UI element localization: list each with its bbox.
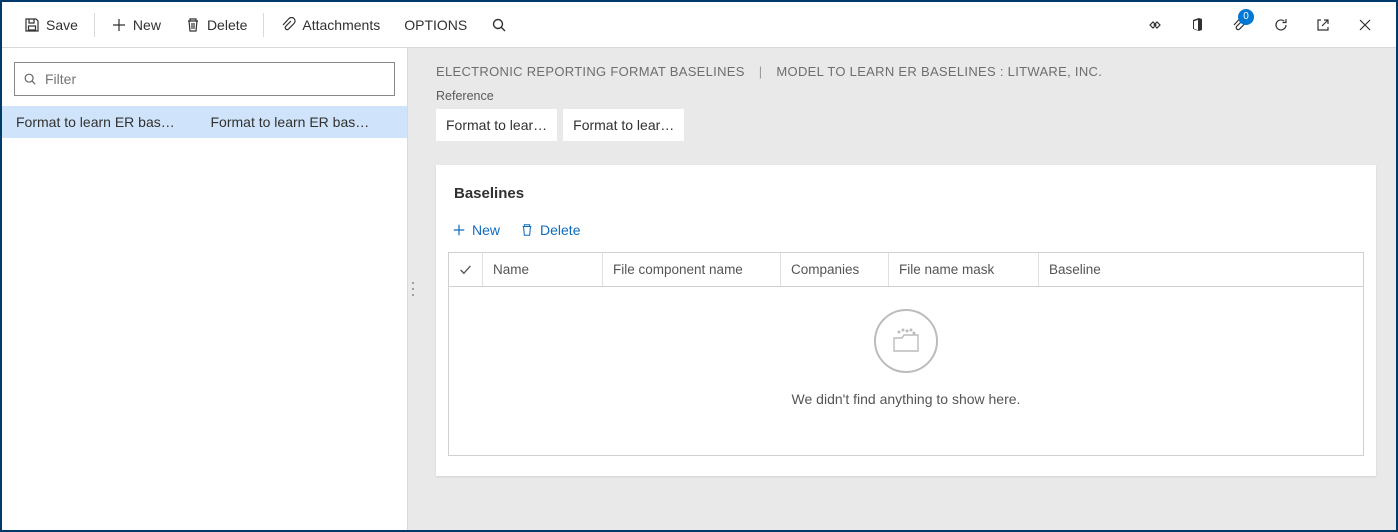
attachments-button[interactable]: Attachments	[268, 2, 392, 48]
office-button[interactable]	[1176, 2, 1218, 48]
empty-message: We didn't find anything to show here.	[792, 391, 1021, 407]
list-item[interactable]: Format to learn ER bas… Format to learn …	[2, 106, 407, 138]
delete-button[interactable]: Delete	[173, 2, 259, 48]
search-icon	[491, 17, 507, 33]
grid-header: Name File component name Companies File …	[449, 253, 1363, 287]
left-list-pane: Format to learn ER bas… Format to learn …	[2, 48, 408, 530]
new-button[interactable]: New	[99, 2, 173, 48]
detail-pane: ELECTRONIC REPORTING FORMAT BASELINES | …	[408, 48, 1396, 530]
col-select-all[interactable]	[449, 253, 483, 286]
card-delete-button[interactable]: Delete	[518, 218, 582, 242]
col-component[interactable]: File component name	[603, 253, 781, 286]
popout-icon	[1315, 17, 1331, 33]
record-list: Format to learn ER bas… Format to learn …	[2, 106, 407, 530]
grid-empty-state: We didn't find anything to show here.	[449, 287, 1363, 455]
office-icon	[1189, 17, 1205, 33]
save-label: Save	[46, 17, 78, 33]
check-icon	[459, 263, 472, 277]
save-icon	[24, 17, 40, 33]
related-info-button[interactable]	[1134, 2, 1176, 48]
card-delete-label: Delete	[540, 222, 580, 238]
popout-button[interactable]	[1302, 2, 1344, 48]
close-button[interactable]	[1344, 2, 1386, 48]
paperclip-icon	[280, 17, 296, 33]
reference-label: Reference	[436, 89, 1368, 103]
baselines-card: Baselines New Delete	[436, 165, 1376, 476]
search-icon	[23, 72, 37, 86]
col-name[interactable]: Name	[483, 253, 603, 286]
separator	[94, 13, 95, 37]
breadcrumb-leaf: MODEL TO LEARN ER BASELINES : LITWARE, I…	[776, 64, 1102, 79]
list-item-col1: Format to learn ER bas…	[10, 114, 205, 130]
close-icon	[1358, 18, 1372, 32]
attach-counter-button[interactable]: 0	[1218, 2, 1260, 48]
refresh-button[interactable]	[1260, 2, 1302, 48]
baselines-grid: Name File component name Companies File …	[448, 252, 1364, 456]
filter-input[interactable]	[45, 71, 386, 87]
plus-icon	[452, 223, 466, 237]
trash-icon	[520, 223, 534, 237]
separator	[263, 13, 264, 37]
right-icon-bar: 0	[1134, 2, 1386, 48]
col-mask[interactable]: File name mask	[889, 253, 1039, 286]
list-item-col2: Format to learn ER bas…	[205, 114, 400, 130]
new-label: New	[133, 17, 161, 33]
save-button[interactable]: Save	[12, 2, 90, 48]
search-button[interactable]	[479, 2, 519, 48]
refresh-icon	[1273, 17, 1289, 33]
card-new-label: New	[472, 222, 500, 238]
breadcrumb: ELECTRONIC REPORTING FORMAT BASELINES | …	[408, 48, 1396, 89]
trash-icon	[185, 17, 201, 33]
attach-counter-badge: 0	[1238, 9, 1254, 25]
col-baseline[interactable]: Baseline	[1039, 253, 1363, 286]
diamond-icon	[1147, 17, 1163, 33]
options-button[interactable]: OPTIONS	[392, 2, 479, 48]
reference-value-2[interactable]: Format to lear…	[563, 109, 684, 141]
breadcrumb-sep: |	[759, 64, 763, 79]
card-title: Baselines	[436, 165, 1376, 208]
plus-icon	[111, 17, 127, 33]
delete-label: Delete	[207, 17, 247, 33]
options-label: OPTIONS	[404, 17, 467, 33]
reference-value-1[interactable]: Format to lear…	[436, 109, 557, 141]
filter-box[interactable]	[14, 62, 395, 96]
breadcrumb-root[interactable]: ELECTRONIC REPORTING FORMAT BASELINES	[436, 64, 745, 79]
col-companies[interactable]: Companies	[781, 253, 889, 286]
empty-folder-icon	[874, 309, 938, 373]
attachments-label: Attachments	[302, 17, 380, 33]
splitter-handle[interactable]	[412, 282, 414, 296]
card-new-button[interactable]: New	[450, 218, 502, 242]
action-bar: Save New Delete Attachments OPTIONS	[2, 2, 1396, 48]
